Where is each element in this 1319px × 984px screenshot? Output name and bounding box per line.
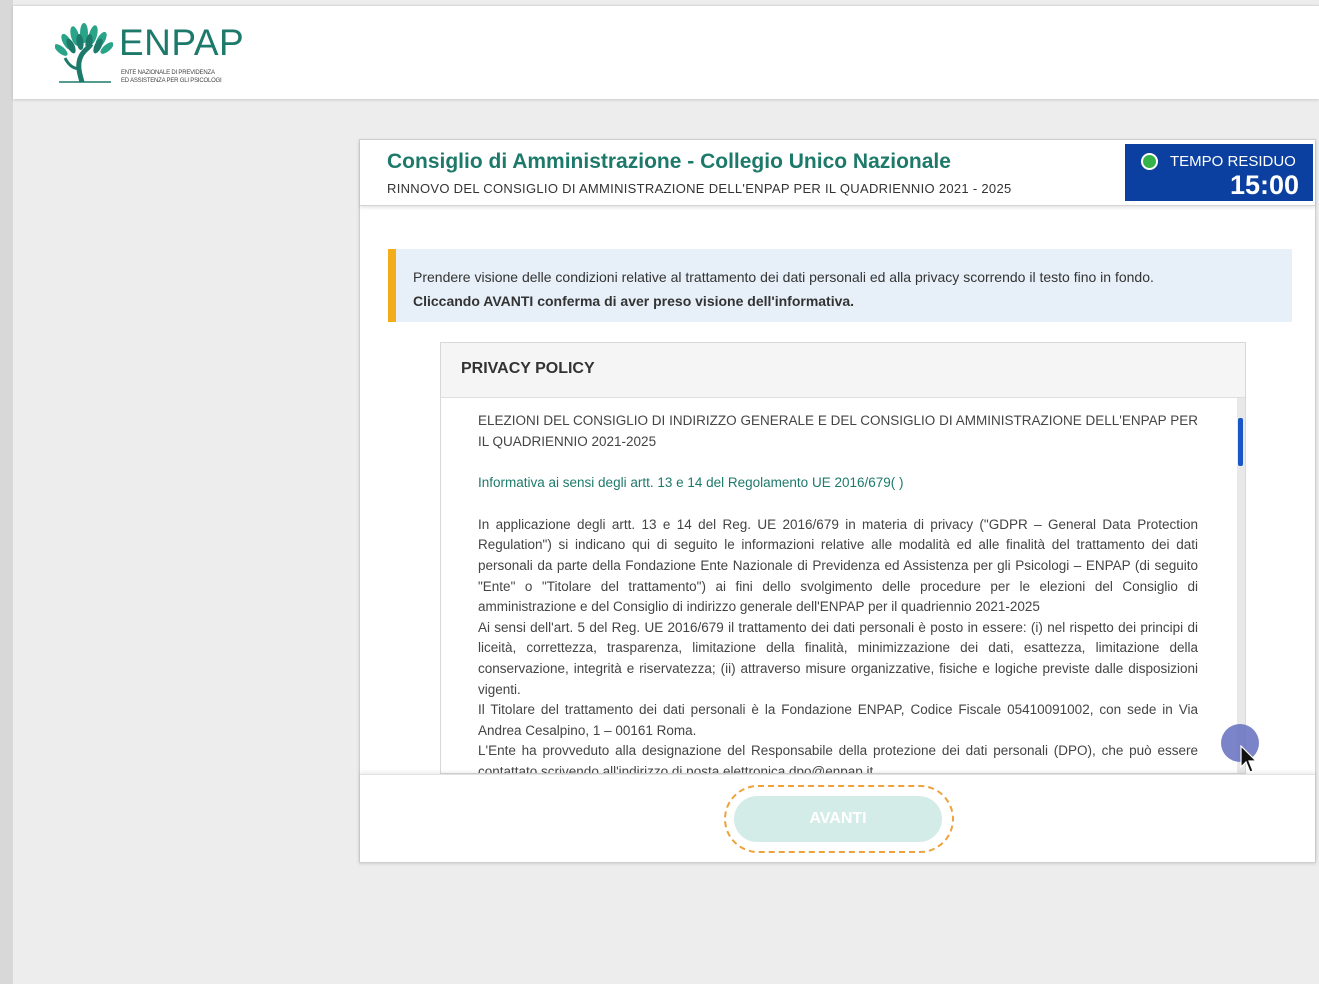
logo-subtitle-line1: ENTE NAZIONALE DI PREVIDENZA [121,70,215,76]
policy-text: ELEZIONI DEL CONSIGLIO DI INDIRIZZO GENE… [478,411,1198,774]
policy-heading: PRIVACY POLICY [441,343,1245,398]
policy-paragraph: In applicazione degli artt. 13 e 14 del … [478,516,1198,615]
policy-title: ELEZIONI DEL CONSIGLIO DI INDIRIZZO GENE… [478,413,1198,449]
card-header: Consiglio di Amministrazione - Collegio … [360,140,1315,206]
status-dot-icon [1141,153,1158,170]
privacy-policy-panel[interactable]: PRIVACY POLICY ELEZIONI DEL CONSIGLIO DI… [440,342,1246,774]
logo-wordmark: ENPAP [119,22,245,63]
mouse-pointer-icon [1240,745,1258,773]
logo-subtitle-line2: ED ASSISTENZA PER GLI PSICOLOGI [121,78,222,84]
policy-paragraph: L'Ente ha provveduto alla designazione d… [478,743,1198,774]
top-header: ENPAP ENTE NAZIONALE DI PREVIDENZA ED AS… [13,5,1319,99]
countdown-timer: TEMPO RESIDUO 15:00 [1125,144,1313,201]
enpap-logo[interactable]: ENPAP ENTE NAZIONALE DI PREVIDENZA ED AS… [55,22,255,92]
policy-paragraph: Il Titolare del trattamento dei dati per… [478,702,1198,738]
notice-line2: Cliccando AVANTI conferma di aver preso … [413,289,1292,313]
timer-label: TEMPO RESIDUO [1170,153,1296,170]
notice-line2-bold: Cliccando AVANTI conferma di aver preso … [413,293,855,309]
policy-paragraph: Ai sensi dell'art. 5 del Reg. UE 2016/67… [478,619,1198,697]
privacy-notice: Prendere visione delle condizioni relati… [388,249,1292,322]
policy-scrollbar-thumb[interactable] [1238,418,1243,466]
card-footer: AVANTI [360,774,1315,862]
policy-informativa: Informativa ai sensi degli artt. 13 e 14… [478,475,904,491]
notice-line1: Prendere visione delle condizioni relati… [413,269,1154,285]
election-card: Consiglio di Amministrazione - Collegio … [359,139,1316,863]
tree-logo-icon [55,23,113,83]
avanti-button[interactable]: AVANTI [734,796,942,842]
timer-value: 15:00 [1229,170,1299,200]
card-subtitle: RINNOVO DEL CONSIGLIO DI AMMINISTRAZIONE… [387,181,1012,196]
card-title: Consiglio di Amministrazione - Collegio … [387,150,951,173]
logo-subtitle: ENTE NAZIONALE DI PREVIDENZA ED ASSISTEN… [121,69,222,85]
left-edge [0,0,13,984]
